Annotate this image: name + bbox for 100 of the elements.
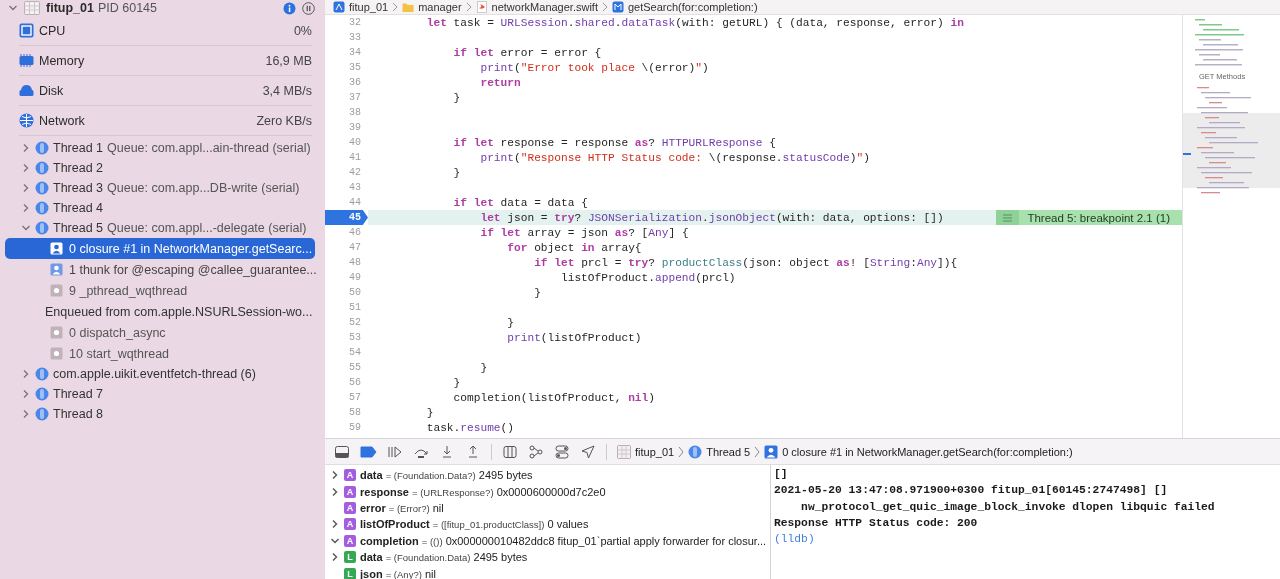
breakpoint-marker[interactable]: 45 <box>325 210 368 225</box>
disclosure-chevron-icon[interactable] <box>330 470 340 481</box>
variable-entry[interactable]: json = (Any?) nil <box>360 567 436 579</box>
code-line: } <box>479 361 488 374</box>
breakpoint-toggle-icon[interactable] <box>360 445 377 458</box>
line-number: 40 <box>348 136 362 150</box>
stack-frame[interactable]: 9 _pthread_wqthread <box>5 280 315 301</box>
process-id: PID 60145 <box>97 1 157 15</box>
jump-bar-item[interactable]: 0 closure #1 in NetworkManager.getSearch(for:completion:) <box>782 445 1073 458</box>
jump-bar-item[interactable]: Thread 5 <box>706 445 751 458</box>
disclosure-chevron-icon[interactable] <box>330 552 340 563</box>
variable-entry[interactable]: error = (Error?) nil <box>360 501 444 514</box>
scope-badge: A <box>344 469 356 482</box>
variable-entry[interactable]: data = (Foundation.Data?) 2495 bytes <box>360 469 533 482</box>
globe-icon <box>19 113 34 128</box>
variable-entry[interactable]: response = (URLResponse?) 0x0000600000d7c2e0 <box>360 485 606 498</box>
line-number: 34 <box>348 46 362 60</box>
pause-icon[interactable] <box>302 1 315 15</box>
line-number: 57 <box>348 391 362 405</box>
code-line: } <box>425 406 434 419</box>
jump-bar-item[interactable]: fitup_01 <box>635 445 675 458</box>
disclosure-chevron-icon[interactable] <box>21 389 31 399</box>
jump-bar-item[interactable]: networkManager.swift <box>491 1 598 13</box>
jump-bar-item[interactable]: getSearch(for:completion:) <box>627 1 758 13</box>
lldb-prompt[interactable]: (lldb) <box>774 533 1280 550</box>
disclosure-chevron-icon[interactable] <box>330 519 340 530</box>
gauge-label[interactable]: CPU <box>39 23 66 38</box>
line-number: 59 <box>348 421 362 435</box>
app-icon <box>24 1 40 15</box>
stack-frame[interactable]: 10 start_wqthread <box>5 343 315 364</box>
stack-frame[interactable]: 1 thunk for @escaping @callee_guarantee... <box>5 259 315 280</box>
gauge-label[interactable]: Network <box>39 113 85 128</box>
view-hierarchy-icon[interactable] <box>502 444 518 459</box>
chevron-separator-icon <box>601 2 608 12</box>
code-line: } <box>452 376 461 389</box>
line-number: 58 <box>348 406 362 420</box>
continue-icon[interactable] <box>387 444 403 459</box>
gauge-label[interactable]: Memory <box>39 53 85 68</box>
code-line: if let error = error { <box>452 46 602 59</box>
memory-chip-icon <box>19 53 34 68</box>
console-line: 2021-05-20 13:47:08.971900+0300 fitup_01[60145:2747498] [] <box>774 484 1169 499</box>
disclosure-chevron-icon[interactable] <box>21 163 31 173</box>
thread-name[interactable]: Thread 4 <box>53 201 104 215</box>
thread-icon <box>688 444 703 459</box>
thread-name[interactable]: Thread 3 <box>53 181 104 195</box>
disclosure-chevron-icon[interactable] <box>21 223 31 233</box>
jump-bar-item[interactable]: manager <box>418 1 462 13</box>
info-icon[interactable] <box>283 1 296 15</box>
stack-frame[interactable]: 0 closure #1 in NetworkManager.getSearc... <box>5 238 315 259</box>
code-line: } <box>533 286 541 299</box>
thread-name[interactable]: Thread 7 <box>53 387 104 401</box>
thread-icon <box>35 367 49 381</box>
disclosure-chevron-icon[interactable] <box>330 486 340 497</box>
disclosure-chevron-icon[interactable] <box>21 409 31 419</box>
scope-badge: L <box>344 567 356 579</box>
thread-name[interactable]: com.apple.uikit.eventfetch-thread (6) <box>53 367 256 381</box>
thread-name[interactable]: Thread 8 <box>53 407 104 421</box>
disclosure-chevron-icon[interactable] <box>21 369 31 379</box>
line-number: 41 <box>348 151 362 165</box>
memory-graph-icon[interactable] <box>528 444 544 459</box>
disclosure-chevron-icon[interactable] <box>8 3 18 13</box>
jump-bar-item[interactable]: fitup_01 <box>349 1 389 13</box>
line-number: 43 <box>348 181 362 195</box>
scope-badge: L <box>344 551 356 564</box>
stack-frame[interactable]: 0 dispatch_async <box>5 322 315 343</box>
thread-queue: Queue: com.app...DB-write (serial) <box>107 181 300 195</box>
location-arrow-icon[interactable] <box>580 444 596 459</box>
code-line: let json = try? JSONSerialization.jsonObject(with: data, options: []) <box>479 211 944 224</box>
line-number: 37 <box>348 91 362 105</box>
gauge-value: 0% <box>293 23 312 38</box>
line-number: 47 <box>348 241 362 255</box>
code-line: print("Response HTTP Status code: \(response.statusCode)") <box>479 151 870 164</box>
thread-name[interactable]: Thread 2 <box>53 161 104 175</box>
variable-entry[interactable]: data = (Foundation.Data) 2495 bytes <box>360 551 528 564</box>
thread-name[interactable]: Thread 1 <box>53 141 104 155</box>
code-line: task.resume() <box>425 421 514 434</box>
hide-panel-icon[interactable] <box>334 444 350 459</box>
console-line: [] <box>774 468 789 482</box>
code-line: } <box>452 166 461 179</box>
line-number: 48 <box>348 256 362 270</box>
variable-entry[interactable]: completion = (()) 0x000000010482ddc8 fitup_01`partial apply forwarder for closur... <box>360 534 767 547</box>
enqueued-frame[interactable]: Enqueued from com.apple.NSURLSession-wo... <box>5 301 315 322</box>
disclosure-chevron-icon[interactable] <box>21 203 31 213</box>
line-number: 52 <box>348 316 362 330</box>
gauge-label[interactable]: Disk <box>39 83 64 98</box>
breakpoint-annotation[interactable]: Thread 5: breakpoint 2.1 (1) <box>996 210 1182 225</box>
code-line: let task = URLSession.shared.dataTask(with: getURL) { (data, response, error) in <box>425 16 964 29</box>
thread-name[interactable]: Thread 5 <box>53 221 104 235</box>
line-number: 39 <box>348 121 362 135</box>
disclosure-chevron-icon[interactable] <box>21 143 31 153</box>
line-number: 35 <box>348 61 362 75</box>
code-line: if let array = json as? [Any] { <box>479 226 689 239</box>
process-name: fitup_01 <box>46 1 94 15</box>
line-number: 38 <box>348 106 362 120</box>
line-number: 53 <box>348 331 362 345</box>
thread-icon <box>35 387 49 401</box>
gear-icon <box>50 347 63 360</box>
disclosure-chevron-icon[interactable] <box>21 183 31 193</box>
variable-entry[interactable]: listOfProduct = ([fitup_01.productClass]) 0 values <box>360 518 589 531</box>
toggles-icon[interactable] <box>554 444 570 459</box>
